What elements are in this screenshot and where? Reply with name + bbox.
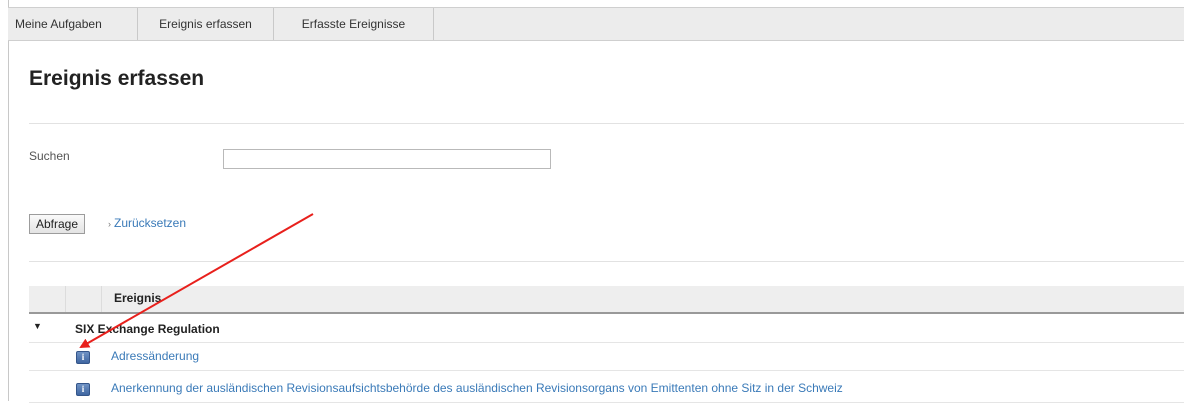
column-separator [101,286,102,312]
group-label: SIX Exchange Regulation [75,322,220,336]
group-row: ▼ SIX Exchange Regulation [29,316,1184,343]
page-title: Ereignis erfassen [29,67,205,90]
tab-erfasste-ereignisse[interactable]: Erfasste Ereignisse [274,8,434,40]
column-separator [65,286,66,312]
event-link[interactable]: Adressänderung [111,349,199,363]
tab-meine-aufgaben[interactable]: Meine Aufgaben [8,8,138,40]
reset-link-label: Zurücksetzen [114,216,187,230]
tab-bar: Meine Aufgaben Ereignis erfassen Erfasst… [8,7,1184,41]
collapse-toggle-icon[interactable]: ▼ [33,321,42,331]
event-link[interactable]: Anerkennung der ausländischen Revisionsa… [111,381,843,395]
reset-link[interactable]: › Zurücksetzen [108,216,186,230]
info-icon[interactable]: i [76,351,90,364]
tab-ereignis-erfassen[interactable]: Ereignis erfassen [138,8,274,40]
table-row: i Adressänderung [29,344,1184,371]
frame-border [8,0,9,401]
search-label: Suchen [29,149,70,163]
info-icon[interactable]: i [76,383,90,396]
table-header: Ereignis [29,286,1184,314]
column-header-event: Ereignis [114,291,162,305]
search-input[interactable] [223,149,551,169]
divider [29,123,1184,124]
table-row: i Anerkennung der ausländischen Revision… [29,376,1184,403]
chevron-right-icon: › [108,219,111,229]
divider [29,261,1184,262]
query-button[interactable]: Abfrage [29,214,86,234]
